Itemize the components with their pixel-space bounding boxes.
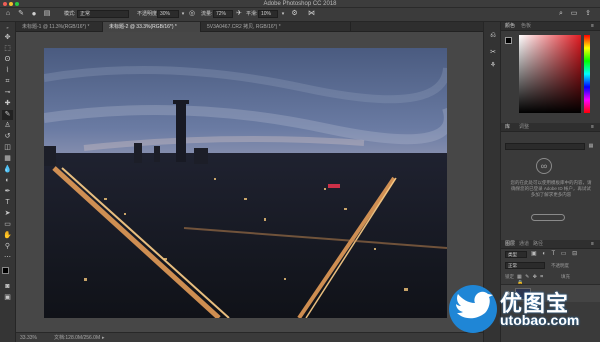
tab-paths[interactable]: 路径 <box>533 240 543 249</box>
watermark-url: utobao.com <box>500 312 580 328</box>
crop-tool-icon[interactable]: ⌗ <box>2 77 13 87</box>
smooth-dropdown-icon[interactable]: ▾ <box>280 10 286 18</box>
opacity-input[interactable]: 30% <box>157 10 179 18</box>
flow-label: 流量: <box>201 11 213 17</box>
history-panel-icon[interactable]: ⎌ <box>488 32 498 40</box>
zoom-tool-icon[interactable]: ⚲ <box>2 242 13 252</box>
panel-foreground-swatch[interactable] <box>505 37 512 44</box>
color-picker-field[interactable] <box>519 35 581 113</box>
hand-tool-icon[interactable]: ✋ <box>2 231 13 241</box>
library-panel-header: 库 调整 ≡ <box>501 123 600 132</box>
brush-tool-icon[interactable]: ✎ <box>16 10 26 18</box>
layers-panel-menu-icon[interactable]: ≡ <box>591 240 594 249</box>
layers-panel-header: 图层 通道 路径 ≡ <box>501 240 600 249</box>
clone-stamp-tool-icon[interactable]: ♙ <box>2 121 13 131</box>
airbrush-icon[interactable]: ✈ <box>235 10 243 18</box>
document-size: 文档:128.0M/256.0M <box>54 335 101 341</box>
watermark-logo <box>447 283 499 335</box>
flow-input[interactable]: 72% <box>213 10 233 18</box>
tab-document-1[interactable]: 未标题-1 @ 11.3%(RGB/16*) * <box>16 22 103 32</box>
smooth-input[interactable]: 10% <box>258 10 278 18</box>
library-signin-button[interactable] <box>531 214 565 221</box>
foreground-color-swatch[interactable] <box>2 267 9 274</box>
creative-cloud-icon: ∞ <box>536 158 552 174</box>
symmetry-icon[interactable]: ⋈ <box>307 10 316 18</box>
tab-document-2[interactable]: 未标题-2 @ 33.3%(RGB/16*) * <box>103 22 201 32</box>
lock-label: 锁定 <box>505 274 514 279</box>
title-bar: Adobe Photoshop CC 2018 <box>0 0 600 8</box>
library-message: 您的在此处可以使用模板库中的内容，请确保您的已登录 Adobe ID 帐户，再试… <box>510 180 592 197</box>
lock-icons[interactable]: ▦ ✎ ✥ ⌗ 🔒 <box>517 274 547 286</box>
collapse-toolbar-icon[interactable]: » <box>2 23 13 33</box>
tab-swatches[interactable]: 色板 <box>521 22 531 31</box>
screen-mode-icon[interactable]: ▣ <box>2 293 13 303</box>
layer-filter-icons[interactable]: ▣ ◐ T ▭ ⊟ <box>531 250 597 259</box>
search-icon[interactable]: ⌕ <box>557 10 565 18</box>
tab-channels[interactable]: 通道 <box>519 240 529 249</box>
tab-layers[interactable]: 图层 <box>505 240 515 249</box>
layer-filter-select[interactable]: 类型 <box>505 251 527 258</box>
path-select-tool-icon[interactable]: ➤ <box>2 209 13 219</box>
tab-document-3[interactable]: 5V3A0467.CR2 拷贝, RGB/16*) * <box>201 22 351 32</box>
blend-mode-select[interactable]: 正常 <box>505 262 545 269</box>
opacity-dropdown-icon[interactable]: ▾ <box>180 10 186 18</box>
type-tool-icon[interactable]: T <box>2 198 13 208</box>
home-icon[interactable]: ⌂ <box>3 10 13 18</box>
rectangle-tool-icon[interactable]: ▭ <box>2 220 13 230</box>
tab-library[interactable]: 库 <box>505 123 510 132</box>
hue-slider[interactable] <box>584 35 590 113</box>
brush-settings-panel-icon[interactable]: ✂ <box>488 49 498 57</box>
status-bar: 33.33% 文档:128.0M/256.0M ▸ <box>16 332 483 342</box>
move-tool-icon[interactable]: ✥ <box>2 33 13 43</box>
color-panel-header: 颜色 色板 ≡ <box>501 22 600 31</box>
color-panel-menu-icon[interactable]: ≡ <box>591 22 594 31</box>
app-title: Adobe Photoshop CC 2018 <box>263 1 337 7</box>
library-select[interactable] <box>505 143 585 150</box>
eraser-tool-icon[interactable]: ◫ <box>2 143 13 153</box>
layer-opacity-label: 不透明度 <box>551 263 569 268</box>
pen-tool-icon[interactable]: ✒ <box>2 187 13 197</box>
gradient-tool-icon[interactable]: ▦ <box>2 154 13 164</box>
opacity-label: 不透明度: <box>137 11 159 17</box>
quick-select-tool-icon[interactable]: ⌇ <box>2 66 13 76</box>
smoothing-settings-icon[interactable]: ⚙ <box>290 10 299 18</box>
fill-label: 填充 <box>561 274 570 279</box>
library-grid-icon[interactable]: ▦ <box>587 143 595 150</box>
library-panel-menu-icon[interactable]: ≡ <box>591 123 594 132</box>
lasso-tool-icon[interactable]: ʘ <box>2 55 13 65</box>
workspace-icon[interactable]: ▭ <box>570 10 578 18</box>
more-tools-icon[interactable]: ⋯ <box>2 253 13 263</box>
brush-size-icon[interactable]: ● <box>29 10 39 18</box>
smooth-label: 平滑: <box>246 11 258 17</box>
quick-mask-icon[interactable]: ◙ <box>2 282 13 292</box>
blur-tool-icon[interactable]: 💧 <box>2 165 13 175</box>
city-night-photo <box>44 48 447 318</box>
clone-source-panel-icon[interactable]: ⚘ <box>488 62 498 70</box>
status-menu-icon[interactable]: ▸ <box>102 333 105 342</box>
dodge-tool-icon[interactable]: ◐ <box>2 176 13 186</box>
pressure-opacity-icon[interactable]: ◎ <box>188 10 196 18</box>
zoom-level[interactable]: 33.33% <box>20 333 37 342</box>
history-brush-tool-icon[interactable]: ↺ <box>2 132 13 142</box>
document-image[interactable] <box>44 48 447 318</box>
brush-tool-icon[interactable]: ✎ <box>2 110 13 120</box>
tools-panel: » ✥ ⬚ ʘ ⌇ ⌗ ⊸ ✚ ✎ ♙ ↺ ◫ ▦ 💧 ◐ ✒ T ➤ ▭ ✋ … <box>0 22 16 342</box>
eyedropper-tool-icon[interactable]: ⊸ <box>2 88 13 98</box>
tab-adjustments[interactable]: 调整 <box>519 123 529 132</box>
tab-color[interactable]: 颜色 <box>505 22 515 31</box>
mode-label: 模式: <box>64 11 76 17</box>
marquee-tool-icon[interactable]: ⬚ <box>2 44 13 54</box>
healing-brush-tool-icon[interactable]: ✚ <box>2 99 13 109</box>
document-tabs: 未标题-1 @ 11.3%(RGB/16*) * 未标题-2 @ 33.3%(R… <box>16 22 499 32</box>
brush-panel-icon[interactable]: ▤ <box>43 10 51 18</box>
share-icon[interactable]: ⇪ <box>583 10 593 18</box>
mode-select[interactable]: 正常 <box>77 10 129 18</box>
